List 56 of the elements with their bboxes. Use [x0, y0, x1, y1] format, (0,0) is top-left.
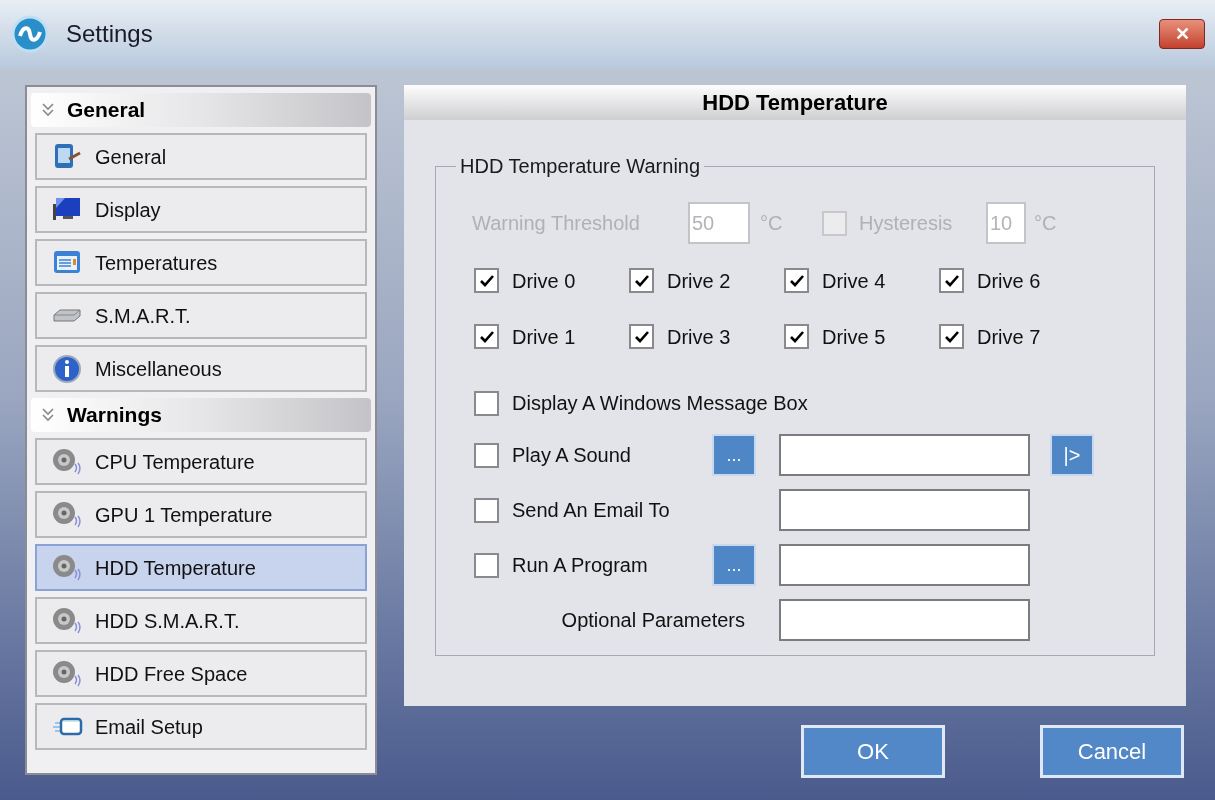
- sidebar-item[interactable]: Miscellaneous: [35, 345, 367, 392]
- sidebar-item[interactable]: HDD Temperature: [35, 544, 367, 591]
- play-button[interactable]: |>: [1050, 434, 1094, 476]
- dialog-button[interactable]: OK: [801, 725, 945, 778]
- sidebar-item[interactable]: Temperatures: [35, 239, 367, 286]
- chevron-icon: [41, 102, 55, 118]
- checkbox-label: Drive 6: [977, 268, 1041, 294]
- group-title: HDD Temperature Warning: [459, 154, 702, 179]
- section-header[interactable]: Warnings: [31, 398, 371, 432]
- checkbox[interactable]: [629, 324, 654, 349]
- checkbox[interactable]: [474, 390, 499, 416]
- sidebar-item[interactable]: HDD Free Space: [35, 650, 367, 697]
- browse-button[interactable]: ...: [712, 544, 756, 586]
- sidebar-item[interactable]: General: [35, 133, 367, 180]
- chevron-icon: [41, 407, 55, 423]
- checkbox-label: Drive 3: [667, 324, 731, 350]
- checkbox-label: Play A Sound: [512, 443, 631, 468]
- checkbox-label: Drive 7: [977, 324, 1041, 350]
- checkbox[interactable]: [474, 268, 499, 293]
- checkbox[interactable]: [939, 324, 964, 349]
- input-field[interactable]: [779, 544, 1030, 586]
- sidebar-item[interactable]: S.M.A.R.T.: [35, 292, 367, 339]
- checkbox[interactable]: [629, 268, 654, 293]
- checkbox-label: Drive 0: [512, 268, 576, 294]
- checkbox-label: Drive 1: [512, 324, 576, 350]
- checkbox[interactable]: [939, 268, 964, 293]
- input-field[interactable]: [779, 489, 1030, 531]
- input-field[interactable]: [779, 434, 1030, 476]
- sidebar-item[interactable]: HDD S.M.A.R.T.: [35, 597, 367, 644]
- checkbox-label: Run A Program: [512, 553, 648, 578]
- sidebar-item[interactable]: Email Setup: [35, 703, 367, 750]
- checkbox-label: Send An Email To: [512, 498, 670, 523]
- checkbox[interactable]: [474, 497, 499, 523]
- input-field[interactable]: [779, 599, 1030, 641]
- section-title: General: [67, 97, 146, 124]
- app-logo-icon: [10, 14, 50, 54]
- checkbox-label: Drive 4: [822, 268, 886, 294]
- section-header[interactable]: General: [31, 93, 371, 127]
- section-title: Warnings: [67, 402, 162, 429]
- info-icon: [51, 352, 83, 385]
- sidebar-item[interactable]: Display: [35, 186, 367, 233]
- checkbox-label: Display A Windows Message Box: [512, 391, 808, 416]
- dialog-button[interactable]: Cancel: [1040, 725, 1184, 778]
- checkbox[interactable]: [474, 442, 499, 468]
- checkbox[interactable]: [474, 324, 499, 349]
- window-title: Settings: [66, 19, 153, 49]
- sidebar-item[interactable]: CPU Temperature: [35, 438, 367, 485]
- checkbox[interactable]: [474, 552, 499, 578]
- checkbox-label: Drive 2: [667, 268, 731, 294]
- browse-button[interactable]: ...: [712, 434, 756, 476]
- checkbox[interactable]: [784, 268, 809, 293]
- field-label: Optional Parameters: [561, 608, 745, 633]
- sidebar-item[interactable]: GPU 1 Temperature: [35, 491, 367, 538]
- panel-title: HDD Temperature: [404, 85, 1186, 120]
- checkbox-label: Drive 5: [822, 324, 886, 350]
- checkbox[interactable]: [784, 324, 809, 349]
